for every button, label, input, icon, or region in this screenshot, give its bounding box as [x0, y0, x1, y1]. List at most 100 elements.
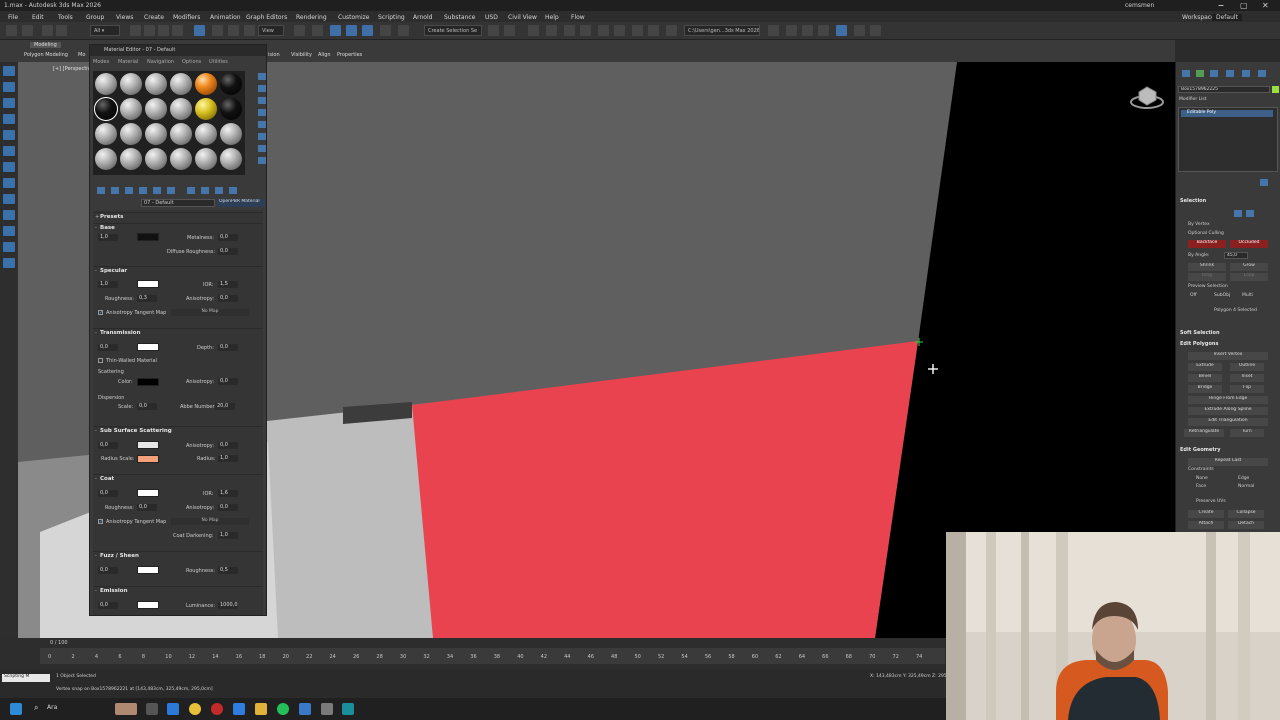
close-button[interactable]: ✕: [1262, 1, 1269, 10]
windows-start-icon[interactable]: [10, 703, 22, 715]
preview-subobj-radio[interactable]: SubObj: [1214, 293, 1230, 298]
3dsmax-icon[interactable]: [342, 703, 354, 715]
abbe-value[interactable]: 20,0: [215, 403, 235, 410]
motion-tab-icon[interactable]: [1226, 70, 1234, 77]
depth-value[interactable]: 0,0: [218, 344, 238, 351]
select-object-icon[interactable]: [130, 25, 141, 36]
sample-slot[interactable]: [170, 98, 192, 120]
schematic-view-icon[interactable]: [580, 25, 591, 36]
sample-slot[interactable]: [220, 123, 242, 145]
coat-darkening-value[interactable]: 1,0: [218, 532, 238, 539]
align-icon[interactable]: [504, 25, 515, 36]
pivot-icon[interactable]: [294, 25, 305, 36]
select-manipulate-icon[interactable]: [312, 25, 323, 36]
user-account[interactable]: cemsmen: [1125, 2, 1154, 9]
sync-icon[interactable]: [836, 25, 847, 36]
section-transmission[interactable]: - Transmission: [93, 328, 263, 337]
menu-help[interactable]: Help: [545, 14, 559, 21]
backlight-icon[interactable]: [258, 85, 266, 92]
occluded-button[interactable]: Occluded: [1230, 240, 1268, 248]
curve-editor-icon[interactable]: [564, 25, 575, 36]
put-to-scene-icon[interactable]: [111, 187, 119, 194]
selection-filter[interactable]: All ▾: [90, 25, 120, 36]
assign-material-icon[interactable]: [125, 187, 133, 194]
viewport-layout-icon[interactable]: [818, 25, 829, 36]
arnold-render-icon[interactable]: [666, 25, 677, 36]
display-tab-icon[interactable]: [1242, 70, 1250, 77]
make-preview-icon[interactable]: [258, 133, 266, 140]
sample-slot[interactable]: [145, 98, 167, 120]
put-to-library-icon[interactable]: [187, 187, 195, 194]
modify-tab-icon[interactable]: [1196, 70, 1204, 77]
tab-polygon-modeling[interactable]: Polygon Modeling: [24, 52, 68, 58]
chrome-icon[interactable]: [189, 703, 201, 715]
menu-edit[interactable]: Edit: [32, 14, 44, 21]
extrude-button[interactable]: Extrude: [1188, 363, 1222, 371]
menu-group[interactable]: Group: [86, 14, 104, 21]
material-name-field[interactable]: 07 - Default: [141, 199, 215, 207]
attach-button[interactable]: Attach: [1188, 521, 1224, 529]
configure-modifier-icon[interactable]: [1260, 179, 1268, 186]
undo-icon[interactable]: [6, 25, 17, 36]
menu-tools[interactable]: Tools: [58, 14, 73, 21]
rollout-soft-selection[interactable]: Soft Selection: [1180, 330, 1220, 336]
select-scale-icon[interactable]: [228, 25, 239, 36]
menu-utilities[interactable]: Utilities: [209, 59, 228, 65]
section-specular[interactable]: - Specular: [93, 266, 263, 275]
by-angle-label[interactable]: By Angle:: [1188, 253, 1210, 258]
coat-aniso-map-checkbox[interactable]: ✓: [98, 519, 103, 525]
sample-type-icon[interactable]: [258, 73, 266, 80]
metalness-value[interactable]: 0,0: [218, 234, 238, 241]
helpers-icon[interactable]: [3, 194, 15, 204]
outline-button[interactable]: Outline: [1230, 363, 1264, 371]
reference-coord-dropdown[interactable]: View: [258, 25, 284, 36]
sample-slot[interactable]: [145, 73, 167, 95]
lights-icon[interactable]: [3, 162, 15, 172]
object-name-field[interactable]: Box1578962225: [1178, 86, 1270, 93]
menu-navigation[interactable]: Navigation: [147, 59, 174, 65]
coat-ior-value[interactable]: 1,6: [218, 490, 238, 497]
menu-substance[interactable]: Substance: [444, 14, 475, 21]
flip-button[interactable]: Flip: [1230, 385, 1264, 393]
material-id-icon[interactable]: [201, 187, 209, 194]
constraint-normal-radio[interactable]: Normal: [1238, 484, 1254, 489]
sample-slot[interactable]: [120, 148, 142, 170]
render-icon[interactable]: [648, 25, 659, 36]
emission-color-swatch[interactable]: [137, 601, 159, 609]
extrude-spline-button[interactable]: Extrude Along Spline: [1188, 407, 1268, 415]
retriangulate-button[interactable]: Retriangulate: [1184, 429, 1224, 437]
spinner-snap-icon[interactable]: [380, 25, 391, 36]
coat-aniso-map-button[interactable]: No Map: [171, 518, 249, 525]
menu-graph-editors[interactable]: Graph Editors: [246, 14, 287, 21]
select-place-icon[interactable]: [244, 25, 255, 36]
constraint-edge-radio[interactable]: Edge: [1238, 476, 1249, 481]
constraint-none-radio[interactable]: None: [1196, 476, 1208, 481]
frame-indicator[interactable]: 0 / 100: [50, 640, 68, 646]
settings-icon[interactable]: [854, 25, 865, 36]
menu-options[interactable]: Options: [182, 59, 201, 65]
get-material-icon[interactable]: [97, 187, 105, 194]
open-icon[interactable]: [786, 25, 797, 36]
material-editor-icon[interactable]: [598, 25, 609, 36]
menu-rendering[interactable]: Rendering: [296, 14, 327, 21]
sample-slot[interactable]: [170, 123, 192, 145]
sample-slot[interactable]: [145, 123, 167, 145]
sample-slot[interactable]: [220, 73, 242, 95]
menu-usd[interactable]: USD: [485, 14, 498, 21]
layer-explorer-icon[interactable]: [546, 25, 557, 36]
snaps-toggle-icon[interactable]: [330, 25, 341, 36]
sample-slot[interactable]: [220, 98, 242, 120]
menu-views[interactable]: Views: [116, 14, 133, 21]
rollout-selection[interactable]: Selection: [1180, 198, 1206, 204]
sample-slot[interactable]: [220, 148, 242, 170]
video-color-icon[interactable]: [258, 121, 266, 128]
menu-modes[interactable]: Modes: [93, 59, 109, 65]
coordinate-readout[interactable]: X: 143,483cm Y: 325,49cm Z: 295,0cm: [870, 674, 958, 679]
tab-modify-selection[interactable]: Mo: [78, 52, 85, 58]
select-by-name-icon[interactable]: [144, 25, 155, 36]
menu-customize[interactable]: Customize: [338, 14, 370, 21]
menu-arnold[interactable]: Arnold: [413, 14, 432, 21]
bevel-button[interactable]: Bevel: [1188, 374, 1222, 382]
menu-create[interactable]: Create: [144, 14, 164, 21]
make-copy-icon[interactable]: [153, 187, 161, 194]
